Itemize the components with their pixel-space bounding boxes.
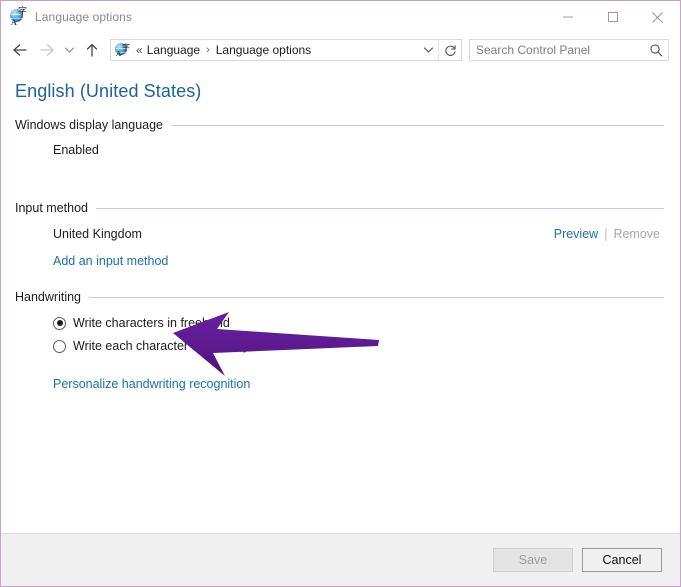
section-body: United Kingdom Preview | Remove Add an i… — [15, 215, 664, 270]
section-windows-display-language: Windows display language Enabled — [15, 118, 664, 159]
save-button[interactable]: Save — [493, 548, 573, 572]
back-button[interactable] — [7, 37, 33, 63]
remove-link: Remove — [613, 227, 660, 241]
cancel-button[interactable]: Cancel — [582, 548, 662, 572]
add-input-method-link[interactable]: Add an input method — [53, 254, 168, 268]
section-header: Handwriting — [15, 290, 664, 304]
section-input-method: Input method United Kingdom Preview | Re… — [15, 201, 664, 270]
section-label: Input method — [15, 201, 88, 215]
action-separator: | — [604, 227, 608, 241]
breadcrumb-separator-icon: › — [206, 44, 210, 56]
content-pane: English (United States) Windows display … — [1, 67, 680, 533]
navigation-toolbar: A 字 « Language › Language options — [1, 33, 680, 67]
radio-label-freehand: Write characters in freehand — [73, 316, 230, 330]
forward-button[interactable] — [33, 37, 59, 63]
radio-button-freehand[interactable] — [53, 316, 66, 330]
breadcrumb-overflow-chevrons[interactable]: « — [136, 43, 143, 57]
page-title: English (United States) — [15, 81, 202, 101]
input-method-actions: Preview | Remove — [554, 227, 664, 241]
breadcrumb-item-language-options[interactable]: Language options — [216, 43, 311, 57]
up-button[interactable] — [79, 37, 105, 63]
search-input[interactable] — [470, 43, 644, 57]
personalize-handwriting-link[interactable]: Personalize handwriting recognition — [53, 377, 250, 391]
section-handwriting: Handwriting Write characters in freehand… — [15, 290, 664, 393]
section-label: Handwriting — [15, 290, 82, 304]
section-label: Windows display language — [15, 118, 164, 132]
recent-locations-button[interactable] — [59, 37, 79, 63]
section-header: Input method — [15, 201, 664, 215]
section-divider — [89, 296, 664, 298]
input-method-row: United Kingdom Preview | Remove — [53, 215, 664, 241]
window-title: Language options — [35, 10, 133, 24]
language-globe-icon: A 字 — [10, 6, 28, 27]
language-options-window: A 字 Language options A 字 « Language › La… — [0, 0, 681, 587]
radio-label-separate: Write each character separately — [73, 339, 250, 353]
refresh-icon[interactable] — [438, 40, 461, 60]
section-body: Enabled — [15, 132, 664, 159]
search-box[interactable] — [469, 39, 669, 61]
add-input-method-row: Add an input method — [53, 241, 664, 270]
address-bar[interactable]: A 字 « Language › Language options — [110, 39, 462, 61]
title-bar: A 字 Language options — [1, 1, 680, 33]
radio-button-separate[interactable] — [53, 339, 66, 353]
minimize-button[interactable] — [545, 1, 590, 33]
personalize-row: Personalize handwriting recognition — [53, 353, 664, 393]
display-language-status: Enabled — [53, 143, 99, 157]
search-icon[interactable] — [644, 40, 668, 60]
section-divider — [171, 124, 664, 126]
maximize-button[interactable] — [590, 1, 635, 33]
breadcrumb-item-language[interactable]: Language — [147, 43, 200, 57]
language-globe-icon: A 字 — [115, 42, 130, 58]
section-body: Write characters in freehand Write each … — [15, 304, 664, 393]
preview-link[interactable]: Preview — [554, 227, 598, 241]
input-method-name: United Kingdom — [53, 227, 142, 241]
window-controls — [545, 1, 680, 33]
dialog-footer: Save Cancel — [1, 533, 680, 586]
radio-option-separate[interactable]: Write each character separately — [53, 330, 664, 353]
section-divider — [95, 207, 664, 209]
address-dropdown-chevron-down-icon[interactable] — [418, 40, 438, 60]
close-button[interactable] — [635, 1, 680, 33]
section-header: Windows display language — [15, 118, 664, 132]
radio-option-freehand[interactable]: Write characters in freehand — [53, 304, 664, 330]
